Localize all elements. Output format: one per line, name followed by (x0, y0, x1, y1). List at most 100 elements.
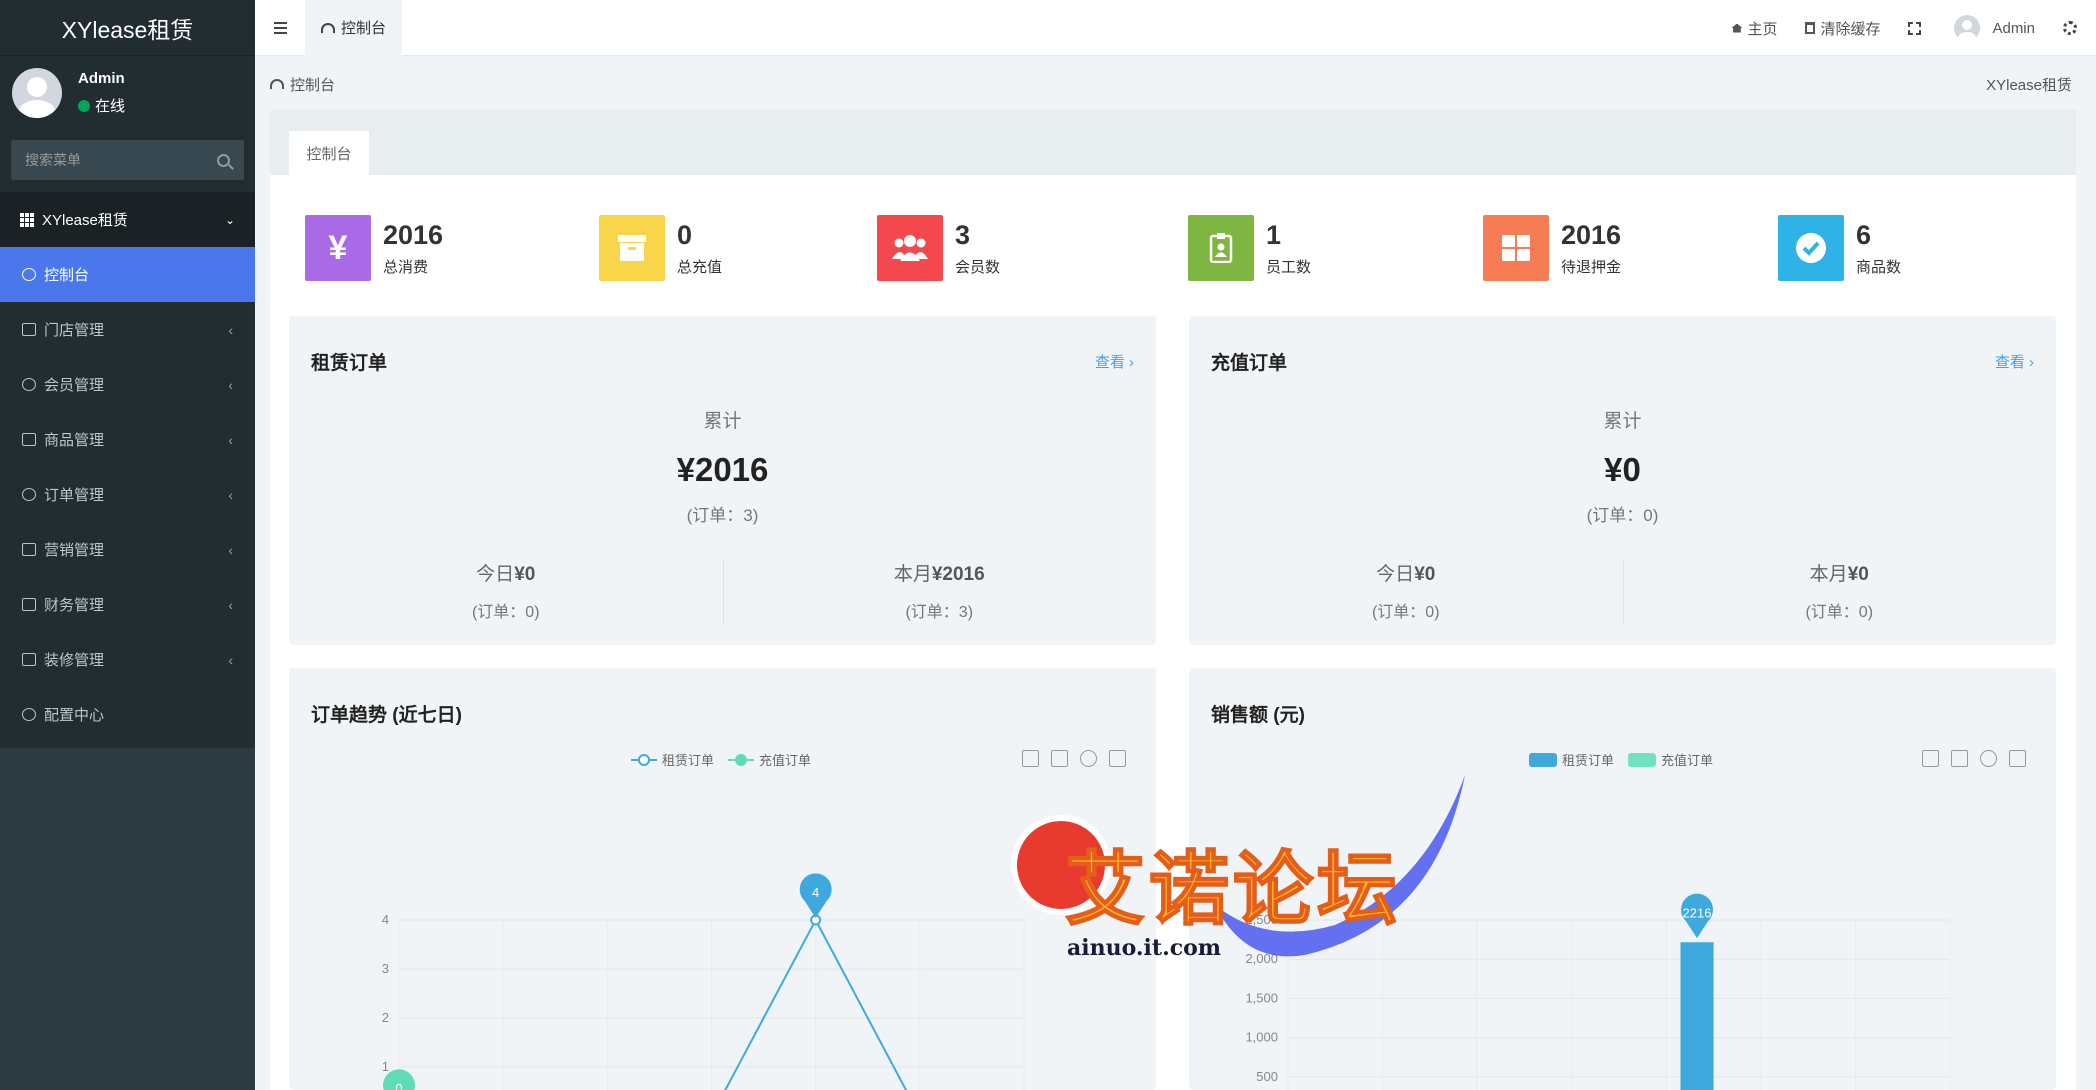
sidebar-item-label: 会员管理 (44, 377, 105, 394)
sidebar-group-xylease[interactable]: XYlease租赁 ⌄ (0, 192, 255, 247)
sidebar-item-members[interactable]: 会员管理 ‹ (0, 357, 255, 412)
card-title: 充值订单 (1211, 353, 1288, 374)
stat-value: 6 (1856, 219, 1872, 250)
today-label: 今日 (1376, 564, 1415, 585)
total-label: 累计 (1603, 411, 1642, 432)
home-link[interactable]: 主页 (1717, 18, 1791, 39)
sidebar-item-products[interactable]: 商品管理 ‹ (0, 412, 255, 467)
dashboard-icon (321, 22, 335, 33)
stats-row: ¥ 2016 总消费 0 总充值 3 会员数 1 员工数 2016 待退押金 6… (270, 215, 2076, 285)
breadcrumb: 控制台 XYlease租赁 (270, 70, 2072, 98)
user-status: 在线 (78, 95, 125, 116)
sidebar-item-label: 装修管理 (44, 652, 105, 669)
stat-value: 0 (677, 219, 693, 250)
total-value: ¥2016 (676, 451, 769, 488)
menu-search-input[interactable] (25, 152, 205, 168)
chevron-left-icon: ‹ (228, 596, 233, 613)
top-right-nav: 主页 清除缓存 Admin (1717, 0, 2096, 56)
sidebar: XYlease租赁 Admin 在线 XYlease租赁 ⌄ 控制台 门店管理 … (0, 0, 255, 1090)
sidebar-item-dashboard[interactable]: 控制台 (0, 247, 255, 302)
breadcrumb-site: XYlease租赁 (1986, 76, 2072, 94)
y-tick-label: 1,000 (1245, 1030, 1278, 1045)
today-label: 今日 (476, 564, 515, 585)
tab-label: 控制台 (341, 20, 387, 37)
sidebar-menu: XYlease租赁 ⌄ 控制台 门店管理 ‹ 会员管理 ‹ 商品管理 ‹ 订单管… (0, 192, 255, 742)
bar (1680, 942, 1714, 1090)
stat-label: 会员数 (955, 258, 1001, 276)
sidebar-item-label: 配置中心 (44, 707, 105, 724)
month-label: 本月 (1809, 564, 1848, 585)
badge-icon (1188, 215, 1254, 281)
month-label: 本月 (893, 564, 932, 585)
user-panel: Admin 在线 (0, 56, 255, 130)
stat-label: 员工数 (1266, 258, 1312, 276)
sidebar-empty-area (0, 748, 255, 1090)
sidebar-item-orders[interactable]: 订单管理 ‹ (0, 467, 255, 522)
view-recharge-orders-link[interactable]: 查看 › (1995, 351, 2034, 372)
y-tick-label: 2,000 (1245, 951, 1278, 966)
clear-cache-button[interactable]: 清除缓存 (1791, 18, 1894, 39)
today-summary: 今日¥0 (订单：0) (289, 559, 723, 622)
check-icon (1778, 215, 1844, 281)
fullscreen-button[interactable] (1894, 21, 1940, 35)
stat-product-count: 6 商品数 (1778, 215, 1901, 281)
settings-button[interactable] (2049, 21, 2096, 35)
marker-label: 4 (812, 885, 819, 900)
sidebar-item-label: 门店管理 (44, 322, 105, 339)
stat-label: 总充值 (677, 258, 723, 276)
total-value: ¥0 (1604, 451, 1641, 488)
marker-label: 0 (395, 1081, 402, 1090)
sidebar-item-label: 商品管理 (44, 432, 105, 449)
stat-value: 2016 (1561, 219, 1622, 250)
camera-icon (22, 653, 36, 666)
stat-member-count: 3 会员数 (877, 215, 1000, 281)
expand-icon (1908, 21, 1922, 35)
sidebar-item-stores[interactable]: 门店管理 ‹ (0, 302, 255, 357)
y-tick-label: 3 (382, 961, 389, 976)
month-count: (订单：0) (1805, 604, 1874, 621)
today-count: (订单：0) (471, 604, 540, 621)
chevron-left-icon: ‹ (228, 376, 233, 393)
order-trend-card: 订单趋势 (近七日) 租赁订单 充值订单 0123403-1403-1503-1… (289, 668, 1156, 1090)
view-rental-orders-link[interactable]: 查看 › (1095, 351, 1134, 372)
chevron-left-icon: ‹ (228, 431, 233, 448)
today-value: ¥0 (1414, 564, 1436, 585)
y-tick-label: 500 (1256, 1069, 1278, 1084)
stat-staff-count: 1 员工数 (1188, 215, 1311, 281)
dashboard-icon (270, 79, 284, 89)
sidebar-item-config[interactable]: 配置中心 (0, 687, 255, 742)
chevron-left-icon: ‹ (228, 486, 233, 503)
sidebar-item-marketing[interactable]: 营销管理 ‹ (0, 522, 255, 577)
order-icon (22, 488, 36, 501)
chevron-left-icon: ‹ (228, 651, 233, 668)
chevron-left-icon: ‹ (228, 321, 233, 338)
archive-icon (599, 215, 665, 281)
trash-icon (1805, 22, 1816, 34)
y-tick-label: 4 (382, 912, 389, 927)
today-summary: 今日¥0 (订单：0) (1189, 559, 1623, 622)
max-value-marker: 4 (799, 873, 832, 918)
month-value: ¥2016 (931, 564, 985, 585)
sidebar-group-label: XYlease租赁 (42, 212, 128, 229)
user-menu-label: Admin (1992, 19, 2035, 37)
search-icon[interactable] (217, 153, 230, 167)
sidebar-item-finance[interactable]: 财务管理 ‹ (0, 577, 255, 632)
brand-logo[interactable]: XYlease租赁 (0, 0, 255, 56)
tab-dashboard[interactable]: 控制台 (305, 0, 403, 56)
sidebar-item-label: 营销管理 (44, 542, 105, 559)
stat-label: 商品数 (1856, 258, 1902, 276)
sidebar-item-decoration[interactable]: 装修管理 ‹ (0, 632, 255, 687)
month-value: ¥0 (1847, 564, 1869, 585)
users-icon (877, 215, 943, 281)
recharge-orders-card: 充值订单 查看 › 累计 ¥0 (订单：0) 今日¥0 (订单：0) 本月¥0 … (1189, 316, 2056, 645)
marker-label: 2216 (1683, 905, 1712, 920)
menu-toggle-icon[interactable] (255, 0, 305, 56)
main-panel: 控制台 ¥ 2016 总消费 0 总充值 3 会员数 1 员工数 2016 待退… (270, 110, 2076, 1090)
month-count: (订单：3) (905, 604, 974, 621)
user-menu[interactable]: Admin (1940, 15, 2049, 41)
yen-icon: ¥ (305, 215, 371, 281)
stat-total-recharge: 0 总充值 (599, 215, 722, 281)
tab-panel-dashboard[interactable]: 控制台 (289, 131, 369, 175)
max-value-marker: 2216 (1681, 893, 1714, 939)
gears-icon (2063, 21, 2077, 35)
